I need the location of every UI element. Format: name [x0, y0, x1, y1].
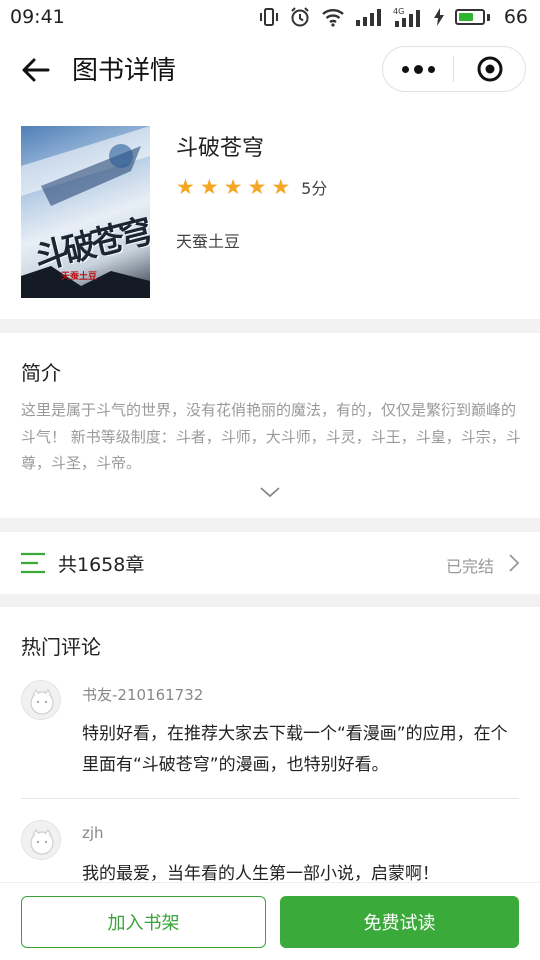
book-cover[interactable]: 斗破苍穹 天蚕土豆 — [21, 126, 150, 298]
star-icon: ★ — [271, 174, 291, 199]
close-button[interactable] — [454, 47, 525, 91]
charging-icon — [433, 8, 444, 26]
book-author[interactable]: 天蚕土豆 — [176, 228, 240, 252]
expand-intro-button[interactable] — [260, 483, 280, 502]
rating-score: 5分 — [301, 179, 328, 198]
mini-program-capsule — [382, 46, 526, 92]
star-icon: ★ — [223, 174, 243, 199]
arrow-left-icon — [22, 58, 50, 82]
list-icon — [21, 552, 45, 574]
book-header: 斗破苍穹 天蚕土豆 斗破苍穹 ★ ★ ★ ★ ★ 5分 天蚕土豆 — [0, 104, 540, 319]
book-title: 斗破苍穹 — [176, 136, 265, 161]
avatar[interactable] — [21, 820, 61, 860]
alarm-icon — [291, 7, 309, 27]
more-button[interactable] — [383, 47, 453, 91]
nav-bar: 图书详情 — [0, 34, 540, 104]
chevron-down-icon — [260, 487, 280, 498]
star-icon: ★ — [176, 174, 195, 199]
battery-icon — [454, 9, 490, 25]
battery-fill — [458, 13, 474, 21]
vibrate-icon — [259, 8, 278, 26]
rating: ★ ★ ★ ★ ★ 5分 — [176, 175, 327, 199]
free-read-button[interactable]: 免费试读 — [280, 896, 519, 948]
comment-username: 书友-210161732 — [82, 686, 204, 704]
page-title: 图书详情 — [72, 56, 177, 86]
intro-heading: 简介 — [21, 361, 61, 385]
network-label: 4G — [393, 7, 404, 16]
status-icons: 4G 66 — [259, 6, 528, 28]
comment-username: zjh — [82, 824, 104, 842]
intro-section: 简介 这里是属于斗气的世界，没有花俏艳丽的魔法，有的，仅仅是繁衍到巅峰的斗气！ … — [0, 333, 540, 518]
signal-icon — [355, 9, 381, 26]
star-icon: ★ — [199, 174, 219, 199]
status-time: 09:41 — [10, 6, 65, 28]
wifi-icon — [322, 9, 344, 27]
comment-divider — [21, 798, 519, 799]
battery-percent: 66 — [503, 6, 528, 28]
cover-author: 天蚕土豆 — [61, 272, 98, 282]
bottom-action-bar: 加入书架 免费试读 — [0, 882, 540, 960]
status-bar: 09:41 4G 66 — [0, 0, 540, 34]
intro-text: 这里是属于斗气的世界，没有花俏艳丽的魔法，有的，仅仅是繁衍到巅峰的斗气！ 新书等… — [21, 401, 521, 472]
comments-heading: 热门评论 — [21, 635, 101, 659]
add-to-shelf-button[interactable]: 加入书架 — [21, 896, 266, 948]
avatar[interactable] — [21, 680, 61, 720]
star-icon: ★ — [247, 174, 267, 199]
chapter-count: 共1658章 — [58, 554, 145, 576]
completion-status: 已完结 — [445, 557, 494, 576]
target-circle-icon — [477, 56, 502, 82]
chapter-list-row[interactable]: 共1658章 已完结 — [0, 532, 540, 594]
back-button[interactable] — [20, 54, 52, 86]
chevron-right-icon — [509, 554, 520, 572]
signal-4g-icon: 4G — [393, 7, 420, 27]
comment-text: 特别好看，在推荐大家去下载一个“看漫画”的应用，在个里面有“斗破苍穹”的漫画，也… — [82, 724, 508, 775]
